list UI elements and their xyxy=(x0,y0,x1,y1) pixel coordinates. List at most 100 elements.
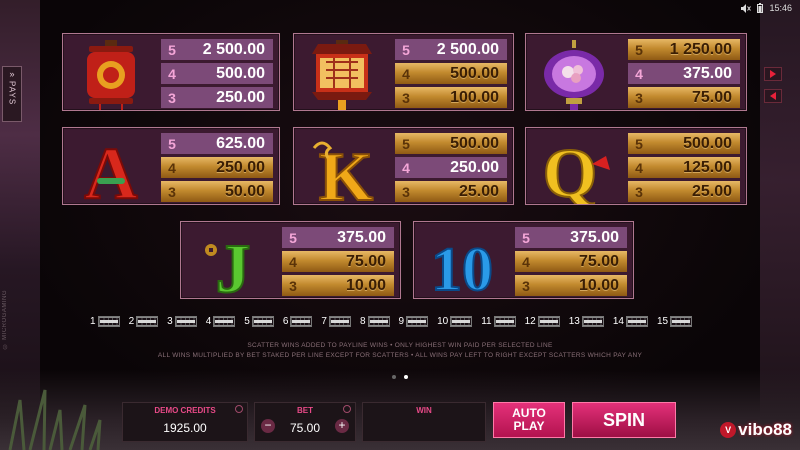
payout-row: 4 250.00 xyxy=(161,157,273,178)
payline-number: 12 xyxy=(524,316,536,327)
payline-indicator: 5 xyxy=(244,316,274,327)
payline-number: 14 xyxy=(612,316,624,327)
payout-value: 25.00 xyxy=(458,182,499,200)
demo-credits-label: DEMO CREDITS xyxy=(154,406,216,415)
payout-value: 75.00 xyxy=(691,88,732,106)
payout-value: 50.00 xyxy=(224,182,265,200)
next-page-button[interactable] xyxy=(764,67,782,81)
payline-indicator: 8 xyxy=(360,316,390,327)
rules-text-line-1: SCATTER WINS ADDED TO PAYLINE WINS • ONL… xyxy=(247,342,553,349)
payout-value: 2 500.00 xyxy=(436,40,499,58)
payline-grid-icon xyxy=(493,316,516,327)
page-indicator xyxy=(392,375,408,379)
payline-indicator: 14 xyxy=(613,316,648,327)
payout-rows: 5 375.00 4 75.00 3 10.00 xyxy=(515,227,627,296)
match-count: 5 xyxy=(522,229,530,246)
page-dot-active[interactable] xyxy=(404,375,408,379)
payline-indicator: 13 xyxy=(569,316,604,327)
grass-decoration xyxy=(8,389,102,450)
payline-grid-icon xyxy=(213,316,236,327)
payout-value: 500.00 xyxy=(683,134,732,152)
payout-value: 125.00 xyxy=(683,158,732,176)
page-dot[interactable] xyxy=(392,375,396,379)
match-count: 4 xyxy=(402,65,410,82)
payline-indicators: 1 2 3 4 5 6 7 8 9 10 11 12 13 14 15 xyxy=(90,316,693,327)
payout-value: 2 500.00 xyxy=(202,40,265,58)
double-chevron-icon: » xyxy=(9,69,15,79)
payline-grid-icon xyxy=(97,316,120,327)
payout-row: 5 625.00 xyxy=(161,133,273,154)
payout-row: 5 1 250.00 xyxy=(628,39,740,60)
payout-value: 250.00 xyxy=(216,158,265,176)
payout-value: 75.00 xyxy=(578,252,619,270)
payline-indicator: 6 xyxy=(283,316,313,327)
payline-number: 8 xyxy=(359,316,366,327)
payline-indicator: 12 xyxy=(525,316,560,327)
payline-grid-icon xyxy=(537,316,560,327)
win-label: WIN xyxy=(416,406,432,415)
payout-row: 5 2 500.00 xyxy=(161,39,273,60)
match-count: 5 xyxy=(168,135,176,152)
arrow-right-icon xyxy=(770,70,776,78)
payline-indicator: 10 xyxy=(437,316,473,327)
payout-row: 5 375.00 xyxy=(515,227,627,248)
payout-value: 250.00 xyxy=(450,158,499,176)
payout-row: 4 500.00 xyxy=(161,63,273,84)
payline-number: 3 xyxy=(167,316,173,327)
payline-indicator: 2 xyxy=(129,316,159,327)
payout-value: 10.00 xyxy=(345,276,386,294)
match-count: 5 xyxy=(289,229,297,246)
letter-k-symbol: K xyxy=(312,138,374,204)
payline-number: 7 xyxy=(321,316,327,327)
spin-button[interactable]: SPIN xyxy=(572,402,676,438)
bet-increase-button[interactable]: + xyxy=(335,419,349,433)
payout-row: 3 10.00 xyxy=(515,275,627,296)
paytable-card-number-10: 10 5 375.00 4 75.00 3 10.00 xyxy=(413,221,634,299)
letter-a-glyph: A xyxy=(84,134,137,204)
bet-panel: BET − 75.00 + xyxy=(254,402,356,442)
vibo88-watermark: V vibo88 xyxy=(720,420,792,440)
payline-number: 5 xyxy=(244,316,250,327)
payline-grid-icon xyxy=(367,316,390,327)
payline-grid-icon xyxy=(406,316,429,327)
payout-row: 4 375.00 xyxy=(628,63,740,84)
autoplay-button[interactable]: AUTO PLAY xyxy=(493,402,565,438)
payline-grid-icon xyxy=(670,316,693,327)
payout-row: 3 10.00 xyxy=(282,275,394,296)
payout-row: 3 50.00 xyxy=(161,181,273,202)
match-count: 3 xyxy=(635,183,643,200)
copyright-note: © MICROGAMING xyxy=(2,290,8,349)
letter-q-glyph: Q xyxy=(543,135,597,204)
letter-q-symbol: Q xyxy=(542,134,610,204)
payline-number: 4 xyxy=(205,316,212,327)
match-count: 4 xyxy=(402,159,410,176)
payline-grid-icon xyxy=(174,316,197,327)
payline-number: 15 xyxy=(656,316,669,327)
payout-value: 25.00 xyxy=(691,182,732,200)
payout-rows: 5 375.00 4 75.00 3 10.00 xyxy=(282,227,394,296)
payline-grid-icon xyxy=(251,316,274,327)
rules-text-line-2: ALL WINS MULTIPLIED BY BET STAKED PER LI… xyxy=(157,352,643,359)
payout-row: 3 250.00 xyxy=(161,87,273,108)
number-10-symbol: 10 xyxy=(430,235,494,298)
payout-row: 3 75.00 xyxy=(628,87,740,108)
speaker-muted-icon[interactable] xyxy=(741,3,752,13)
payout-row: 4 500.00 xyxy=(395,63,507,84)
payout-value: 625.00 xyxy=(216,134,265,152)
previous-page-button[interactable] xyxy=(764,89,782,103)
match-count: 5 xyxy=(635,41,643,58)
payline-number: 6 xyxy=(282,316,289,327)
payout-row: 5 500.00 xyxy=(395,133,507,154)
payout-row: 3 100.00 xyxy=(395,87,507,108)
win-panel: WIN xyxy=(362,402,486,442)
payout-value: 10.00 xyxy=(578,276,619,294)
match-count: 3 xyxy=(289,277,297,294)
payout-value: 500.00 xyxy=(450,134,499,152)
pays-side-tab[interactable]: » PAYS xyxy=(2,66,22,122)
payout-row: 4 250.00 xyxy=(395,157,507,178)
letter-j-glyph: J xyxy=(216,231,251,298)
match-count: 4 xyxy=(289,253,297,270)
match-count: 3 xyxy=(402,89,410,106)
match-count: 5 xyxy=(168,41,176,58)
payline-indicator: 11 xyxy=(481,316,516,327)
